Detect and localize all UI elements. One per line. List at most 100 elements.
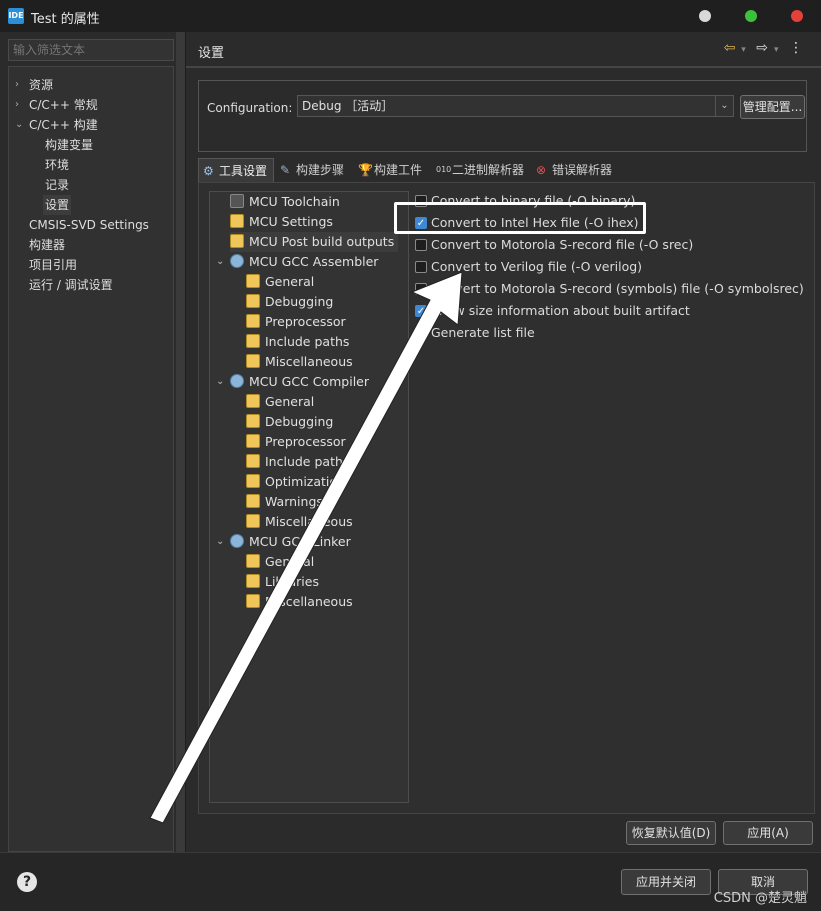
- option-label: Convert to Motorola S-record file (-O sr…: [431, 237, 694, 252]
- settings-folder-icon: [230, 234, 244, 248]
- tab-label: 二进制解析器: [452, 163, 525, 177]
- app-icon: IDE: [8, 8, 24, 24]
- tree-item-mcu-toolchain[interactable]: MCU Toolchain: [230, 192, 340, 212]
- nav-item-build-variables[interactable]: 构建变量: [45, 135, 93, 155]
- tree-item-gcc-assembler[interactable]: ⌄ MCU GCC Assembler: [216, 252, 378, 272]
- nav-item-cmsis-svd[interactable]: CMSIS-SVD Settings: [29, 215, 149, 235]
- forward-arrow-icon[interactable]: ⇨: [756, 40, 768, 56]
- checkbox[interactable]: [415, 239, 427, 251]
- tab-tool-settings[interactable]: ⚙ 工具设置: [198, 158, 274, 182]
- tree-item-cc-debugging[interactable]: Debugging: [246, 412, 333, 432]
- watermark: CSDN @楚灵魈: [713, 891, 807, 906]
- tree-item-label: MCU GCC Compiler: [249, 374, 370, 389]
- tree-item-label: Optimization: [265, 474, 345, 489]
- nav-item-label: 构建器: [29, 238, 66, 252]
- nav-item-label: 构建变量: [45, 138, 94, 152]
- settings-folder-icon: [246, 514, 260, 528]
- nav-item-project-references[interactable]: 项目引用: [29, 255, 77, 275]
- tree-item-cc-miscellaneous[interactable]: Miscellaneous: [246, 512, 353, 532]
- nav-item-run-debug-settings[interactable]: 运行 / 调试设置: [29, 275, 113, 295]
- nav-item-cpp-general[interactable]: › C/C++ 常规: [15, 95, 98, 115]
- manage-configurations-button[interactable]: 管理配置...: [740, 95, 805, 119]
- tab-binary-parsers[interactable]: 010 二进制解析器: [432, 158, 524, 182]
- dropdown-icon[interactable]: ▾: [774, 45, 779, 55]
- tree-item-cc-include-paths[interactable]: Include paths: [246, 452, 349, 472]
- chevron-right-icon[interactable]: ›: [15, 75, 19, 95]
- pane-splitter[interactable]: [176, 32, 185, 852]
- settings-pane: 设置 ⇦ ▾ ⇨ ▾ ⋮ Configuration: Debug ［活动］ ⌄ 管…: [186, 32, 821, 852]
- option-label: Convert to Motorola S-record (symbols) f…: [431, 281, 804, 296]
- restore-defaults-button[interactable]: 恢复默认值(D): [626, 821, 716, 845]
- tree-item-label: Libraries: [265, 574, 319, 589]
- tree-item-asm-debugging[interactable]: Debugging: [246, 292, 333, 312]
- chevron-down-icon[interactable]: ⌄: [216, 532, 224, 552]
- tree-item-asm-preprocessor[interactable]: Preprocessor: [246, 312, 346, 332]
- help-icon[interactable]: ?: [17, 872, 37, 892]
- nav-item-logging[interactable]: 记录: [45, 175, 69, 195]
- apply-button[interactable]: 应用(A): [723, 821, 813, 845]
- checkbox[interactable]: [415, 261, 427, 273]
- tree-item-asm-general[interactable]: General: [246, 272, 314, 292]
- nav-item-environment[interactable]: 环境: [45, 155, 69, 175]
- nav-item-cpp-build[interactable]: ⌄ C/C++ 构建: [15, 115, 98, 135]
- checkbox-checked[interactable]: ✓: [415, 305, 427, 317]
- settings-folder-icon: [246, 474, 260, 488]
- tab-build-artifact[interactable]: 🏆 构建工件: [354, 158, 422, 182]
- nav-item-settings[interactable]: 设置: [43, 195, 72, 215]
- dropdown-icon[interactable]: ▾: [741, 45, 746, 55]
- option-label: Generate list file: [431, 325, 535, 340]
- option-label: Show size information about built artifa…: [431, 303, 690, 318]
- maximize-button[interactable]: [745, 10, 757, 22]
- chevron-down-icon[interactable]: ⌄: [216, 252, 224, 272]
- tree-item-label: Debugging: [265, 414, 334, 429]
- tab-build-steps[interactable]: ✎ 构建步骤: [276, 158, 344, 182]
- tree-item-label: Miscellaneous: [265, 514, 353, 529]
- nav-item-label: 设置: [45, 198, 70, 212]
- gear-icon: [230, 254, 244, 268]
- minimize-button[interactable]: [699, 10, 711, 22]
- tree-item-gcc-linker[interactable]: ⌄ MCU GCC Linker: [216, 532, 351, 552]
- chevron-down-icon[interactable]: ⌄: [715, 96, 733, 116]
- more-menu-icon[interactable]: ⋮: [789, 40, 803, 56]
- tree-item-label: Include paths: [265, 454, 350, 469]
- tree-item-cc-preprocessor[interactable]: Preprocessor: [246, 432, 346, 452]
- tree-item-ld-general[interactable]: General: [246, 552, 314, 572]
- settings-folder-icon: [246, 314, 260, 328]
- tree-item-label: General: [265, 554, 315, 569]
- tree-item-gcc-compiler[interactable]: ⌄ MCU GCC Compiler: [216, 372, 370, 392]
- chevron-right-icon[interactable]: ›: [15, 95, 19, 115]
- tree-item-asm-include-paths[interactable]: Include paths: [246, 332, 349, 352]
- tree-item-asm-miscellaneous[interactable]: Miscellaneous: [246, 352, 353, 372]
- close-button[interactable]: [791, 10, 803, 22]
- tree-item-mcu-settings[interactable]: MCU Settings: [230, 212, 333, 232]
- tool-settings-panel: MCU Toolchain MCU Settings MCU Post buil…: [198, 182, 815, 814]
- chevron-down-icon[interactable]: ⌄: [216, 372, 224, 392]
- tree-item-cc-warnings[interactable]: Warnings: [246, 492, 323, 512]
- tree-item-cc-general[interactable]: General: [246, 392, 314, 412]
- tree-item-label: Miscellaneous: [265, 354, 353, 369]
- filter-input[interactable]: [8, 39, 174, 61]
- tree-item-ld-miscellaneous[interactable]: Miscellaneous: [246, 592, 353, 612]
- tab-error-parsers[interactable]: ⊗ 错误解析器: [532, 158, 612, 182]
- configuration-label: Configuration:: [207, 101, 293, 115]
- tree-item-label: General: [265, 274, 315, 289]
- tree-item-cc-optimization[interactable]: Optimization: [246, 472, 345, 492]
- chevron-down-icon[interactable]: ⌄: [15, 115, 23, 135]
- tree-item-label: MCU Post build outputs: [249, 234, 395, 249]
- nav-item-builders[interactable]: 构建器: [29, 235, 65, 255]
- configuration-select[interactable]: Debug ［活动］ ⌄: [297, 95, 734, 117]
- settings-folder-icon: [246, 554, 260, 568]
- apply-and-close-button[interactable]: 应用并关闭: [621, 869, 711, 895]
- back-arrow-icon[interactable]: ⇦: [724, 40, 736, 56]
- tree-item-ld-libraries[interactable]: Libraries: [246, 572, 319, 592]
- nav-item-label: 运行 / 调试设置: [29, 278, 113, 292]
- nav-item-label: C/C++ 常规: [29, 98, 98, 112]
- tree-item-mcu-post-build-outputs[interactable]: MCU Post build outputs: [230, 232, 399, 252]
- checkbox-checked[interactable]: ✓: [415, 327, 427, 339]
- tree-item-label: MCU Settings: [249, 214, 333, 229]
- tree-item-label: Debugging: [265, 294, 334, 309]
- checkbox[interactable]: [415, 283, 427, 295]
- title-bar: IDE Test 的属性: [0, 0, 821, 32]
- nav-item-resource[interactable]: › 资源: [15, 75, 53, 95]
- highlight-box: [394, 202, 646, 234]
